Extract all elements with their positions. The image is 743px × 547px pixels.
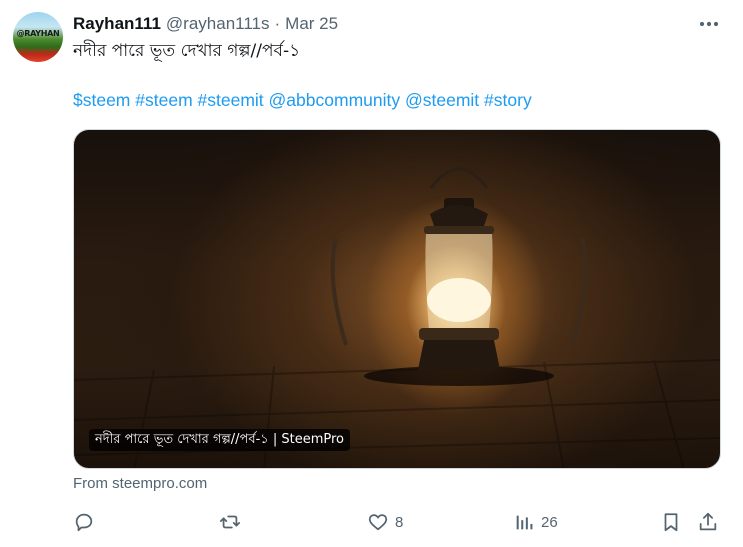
views-icon [516, 515, 533, 530]
card-caption: নদীর পারে ভূত দেখার গল্প//পর্ব-১ | Steem… [89, 429, 350, 451]
hashtag-line: $steem #steem #steemit @abbcommunity @st… [73, 90, 532, 111]
hashtag-steemit[interactable]: #steemit [198, 90, 264, 110]
card-source-link[interactable]: From steempro.com [73, 475, 207, 492]
link-preview-card[interactable]: নদীর পারে ভূত দেখার গল্প//পর্ব-১ | Steem… [73, 129, 721, 469]
hashtag-steem-dollar[interactable]: $steem [73, 90, 130, 110]
user-handle[interactable]: @rayhan111s [166, 14, 270, 34]
bookmark-icon [664, 513, 678, 532]
heart-icon [368, 514, 388, 531]
mention-steemit[interactable]: @steemit [405, 90, 479, 110]
more-dots-icon [699, 21, 719, 27]
bookmark-button[interactable] [660, 508, 682, 536]
hashtag-story[interactable]: #story [484, 90, 532, 110]
tweet-header: Rayhan111 @rayhan111s · Mar 25 [73, 13, 338, 35]
action-bar: 8 26 [73, 508, 723, 536]
reply-button[interactable] [73, 508, 95, 536]
lantern-image [74, 167, 720, 468]
display-name[interactable]: Rayhan111 [73, 14, 161, 34]
avatar[interactable]: @RAYHAN [13, 12, 63, 62]
more-options-button[interactable] [697, 14, 721, 34]
mention-abbcommunity[interactable]: @abbcommunity [269, 90, 401, 110]
views-count: 26 [541, 513, 558, 531]
share-button[interactable] [697, 508, 719, 536]
avatar-text: @RAYHAN [16, 29, 60, 38]
views-button[interactable]: 26 [513, 508, 558, 536]
separator-dot: · [274, 14, 281, 33]
retweet-icon [219, 515, 241, 529]
like-button[interactable]: 8 [367, 508, 403, 536]
tweet-text: নদীর পারে ভূত দেখার গল্প//পর্ব-১ [73, 41, 301, 61]
like-count: 8 [395, 513, 404, 531]
retweet-button[interactable] [219, 508, 241, 536]
reply-icon [75, 513, 93, 532]
hashtag-steem[interactable]: #steem [135, 90, 192, 110]
share-icon [699, 512, 717, 531]
post-date[interactable]: Mar 25 [285, 14, 338, 34]
